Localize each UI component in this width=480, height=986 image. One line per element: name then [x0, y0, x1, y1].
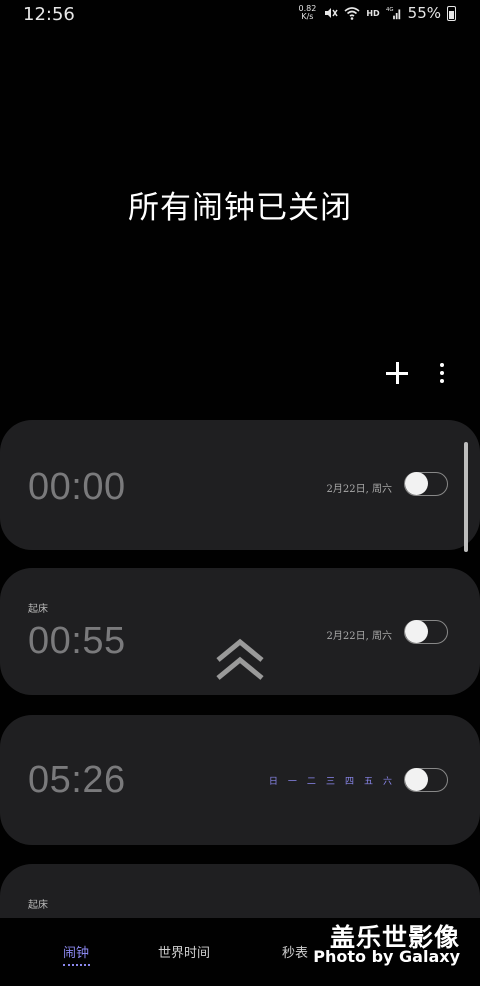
- alarm-card[interactable]: 05:26 日 一 二 三 四 五 六: [0, 715, 480, 845]
- tab-world-clock[interactable]: 世界时间: [158, 942, 210, 961]
- alarm-date: 2月22日, 周六: [326, 484, 392, 495]
- weekday-label: 二: [306, 777, 316, 787]
- alarm-toggle[interactable]: [404, 472, 448, 496]
- weekday-label: 五: [363, 777, 373, 787]
- hd-voice-indicator: HD: [366, 8, 380, 18]
- alarm-repeat-days: 日 一 二 三 四 五 六: [269, 774, 392, 787]
- toggle-knob: [405, 620, 428, 643]
- toggle-knob: [405, 768, 428, 791]
- alarm-label: 起床: [28, 604, 48, 615]
- weekday-label: 日: [268, 777, 278, 787]
- active-tab-indicator: [63, 962, 90, 966]
- more-dot-icon: [440, 379, 444, 383]
- watermark-english: Photo by Galaxy: [313, 947, 460, 966]
- weekday-label: 六: [382, 777, 392, 787]
- status-icons: 0.82 K/s HD 4G 55%: [298, 4, 456, 22]
- alarm-label: 起床: [28, 900, 48, 911]
- tab-alarm[interactable]: 闹钟: [63, 942, 89, 961]
- battery-percent: 55%: [407, 4, 441, 22]
- weekday-label: 三: [325, 777, 335, 787]
- status-time: 12:56: [23, 4, 75, 25]
- alarm-toggle[interactable]: [404, 620, 448, 644]
- scrollbar[interactable]: [464, 442, 468, 552]
- alarm-card[interactable]: 00:00 2月22日, 周六: [0, 420, 480, 550]
- alarm-toggle[interactable]: [404, 768, 448, 792]
- weekday-label: 一: [287, 777, 297, 787]
- weekday-label: 四: [344, 777, 354, 787]
- svg-text:4G: 4G: [386, 7, 394, 13]
- alarm-time: 05:26: [28, 759, 126, 801]
- status-bar: 12:56 0.82 K/s HD 4G 55%: [0, 0, 480, 30]
- alarm-time: 00:00: [28, 466, 126, 508]
- battery-icon: [447, 5, 456, 21]
- more-dot-icon: [440, 363, 444, 367]
- add-alarm-button[interactable]: [384, 360, 410, 386]
- up-chevron-icon[interactable]: [212, 636, 268, 686]
- page-title: 所有闹钟已关闭: [128, 190, 352, 226]
- network-speed: 0.82 K/s: [298, 4, 317, 21]
- more-dot-icon: [440, 371, 444, 375]
- mute-icon: [325, 8, 338, 18]
- toggle-knob: [405, 472, 428, 495]
- tab-stopwatch[interactable]: 秒表: [282, 942, 308, 961]
- alarm-time: 00:55: [28, 620, 126, 662]
- alarm-card[interactable]: 起床: [0, 864, 480, 924]
- wifi-icon: [344, 7, 360, 20]
- cell-signal-icon: 4G: [386, 7, 400, 20]
- alarm-date: 2月22日, 周六: [326, 631, 392, 642]
- watermark: 盖乐世影像 Photo by Galaxy: [310, 918, 460, 968]
- more-options-button[interactable]: [434, 360, 450, 386]
